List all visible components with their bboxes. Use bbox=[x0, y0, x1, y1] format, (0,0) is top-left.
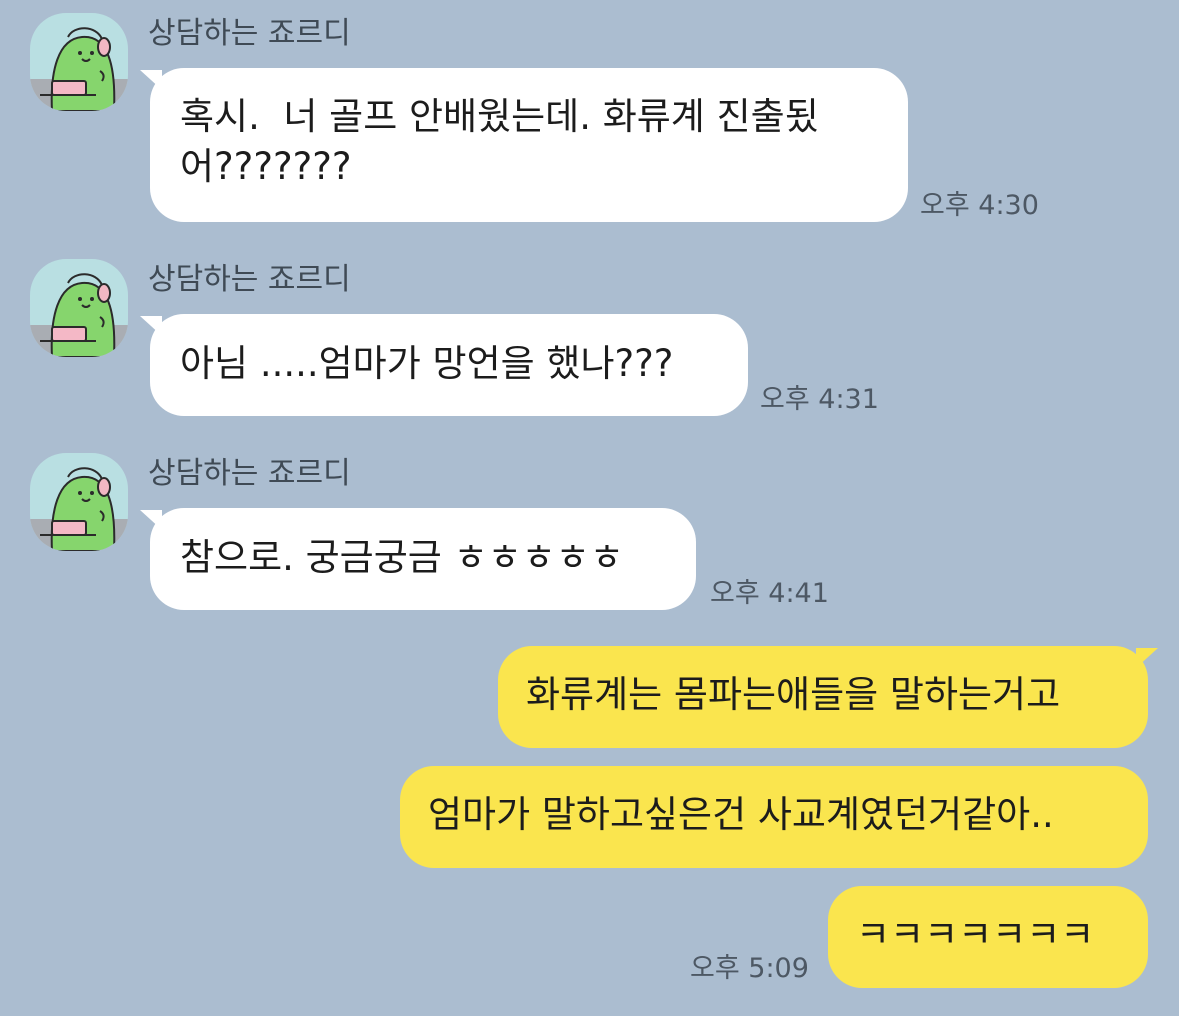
message-bubble[interactable]: 아님 .....엄마가 망언을 했나??? bbox=[150, 314, 748, 416]
jordy-character-icon bbox=[30, 27, 128, 111]
message-time: 오후 4:30 bbox=[920, 190, 1039, 221]
sender-avatar[interactable] bbox=[30, 259, 128, 357]
message-time: 오후 4:41 bbox=[710, 578, 829, 609]
sender-name: 상담하는 죠르디 bbox=[148, 262, 351, 297]
sender-name: 상담하는 죠르디 bbox=[148, 16, 351, 51]
message-bubble[interactable]: 엄마가 말하고싶은건 사교계였던거같아.. bbox=[400, 766, 1148, 868]
jordy-character-icon bbox=[30, 467, 128, 551]
message-bubble[interactable]: ㅋㅋㅋㅋㅋㅋㅋ bbox=[828, 886, 1148, 988]
message-bubble[interactable]: 혹시. 너 골프 안배웠는데. 화류계 진출됬 어??????? bbox=[150, 68, 908, 222]
jordy-character-icon bbox=[30, 273, 128, 357]
sender-avatar[interactable] bbox=[30, 453, 128, 551]
message-time: 오후 5:09 bbox=[690, 953, 809, 984]
message-bubble[interactable]: 화류계는 몸파는애들을 말하는거고 bbox=[498, 646, 1148, 748]
sender-avatar[interactable] bbox=[30, 13, 128, 111]
sender-name: 상담하는 죠르디 bbox=[148, 456, 351, 491]
message-bubble[interactable]: 참으로. 궁금궁금 ㅎㅎㅎㅎㅎ bbox=[150, 508, 696, 610]
message-time: 오후 4:31 bbox=[760, 384, 879, 415]
